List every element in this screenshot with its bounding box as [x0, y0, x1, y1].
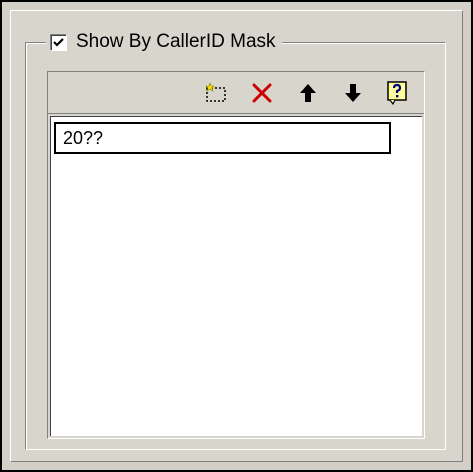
show-by-callerid-label[interactable]: Show By CallerID Mask — [76, 31, 276, 53]
move-down-button[interactable] — [340, 80, 366, 106]
window-frame: Show By CallerID Mask 20?? — [0, 0, 473, 472]
mask-list[interactable]: 20?? — [50, 116, 422, 436]
checkmark-icon — [53, 37, 64, 47]
mask-list-panel: 20?? — [47, 71, 425, 439]
help-button[interactable] — [384, 80, 410, 106]
help-icon — [387, 81, 407, 106]
move-up-button[interactable] — [295, 80, 321, 106]
move-down-icon — [345, 84, 361, 102]
delete-button[interactable] — [249, 80, 275, 106]
new-item-button[interactable] — [203, 80, 229, 106]
delete-icon — [252, 83, 272, 103]
group-header: Show By CallerID Mask — [46, 30, 282, 54]
list-item[interactable]: 20?? — [54, 122, 391, 154]
move-up-icon — [300, 84, 316, 102]
new-item-icon — [205, 82, 226, 102]
list-toolbar — [48, 72, 424, 114]
show-by-callerid-checkbox[interactable] — [50, 33, 67, 51]
